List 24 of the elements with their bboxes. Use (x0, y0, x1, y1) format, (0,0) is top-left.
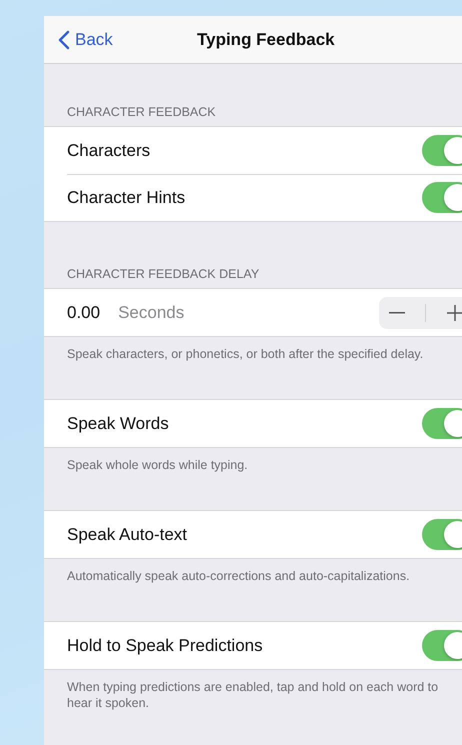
back-chevron-icon (58, 30, 70, 50)
toggle-switch[interactable] (422, 182, 462, 213)
section-footer: Speak whole words while typing. (44, 448, 462, 510)
setting-label: Character Hints (67, 188, 186, 208)
stepper-control[interactable] (379, 296, 462, 328)
section-footer: Automatically speak auto-corrections and auto-capitalizations. (44, 559, 462, 621)
delay-value: 0.00 (67, 302, 100, 322)
toggle-switch[interactable] (422, 135, 462, 166)
setting-label: Hold to Speak Predictions (67, 636, 264, 656)
setting-label: Speak Words (67, 414, 170, 434)
section-header: CHARACTER FEEDBACK (66, 104, 217, 121)
setting-label: Characters (67, 140, 152, 160)
toggle-switch[interactable] (422, 519, 462, 550)
section-footer: Speak characters, or phonetics, or both after the specified delay. (44, 337, 462, 399)
back-button[interactable]: Back (44, 30, 113, 50)
setting-label: Speak Auto-text (67, 524, 188, 544)
minus-icon (389, 312, 406, 314)
unit-label: Seconds (118, 302, 186, 322)
toggle-switch[interactable] (422, 408, 462, 439)
section-footer: When typing predictions are enabled, tap and hold on each word to hear it spoken. (44, 670, 462, 732)
plus-icon (446, 304, 462, 320)
section-header: CHARACTER FEEDBACK DELAY (66, 266, 260, 283)
page-title: Typing Feedback (197, 30, 335, 50)
toggle-switch[interactable] (422, 630, 462, 661)
